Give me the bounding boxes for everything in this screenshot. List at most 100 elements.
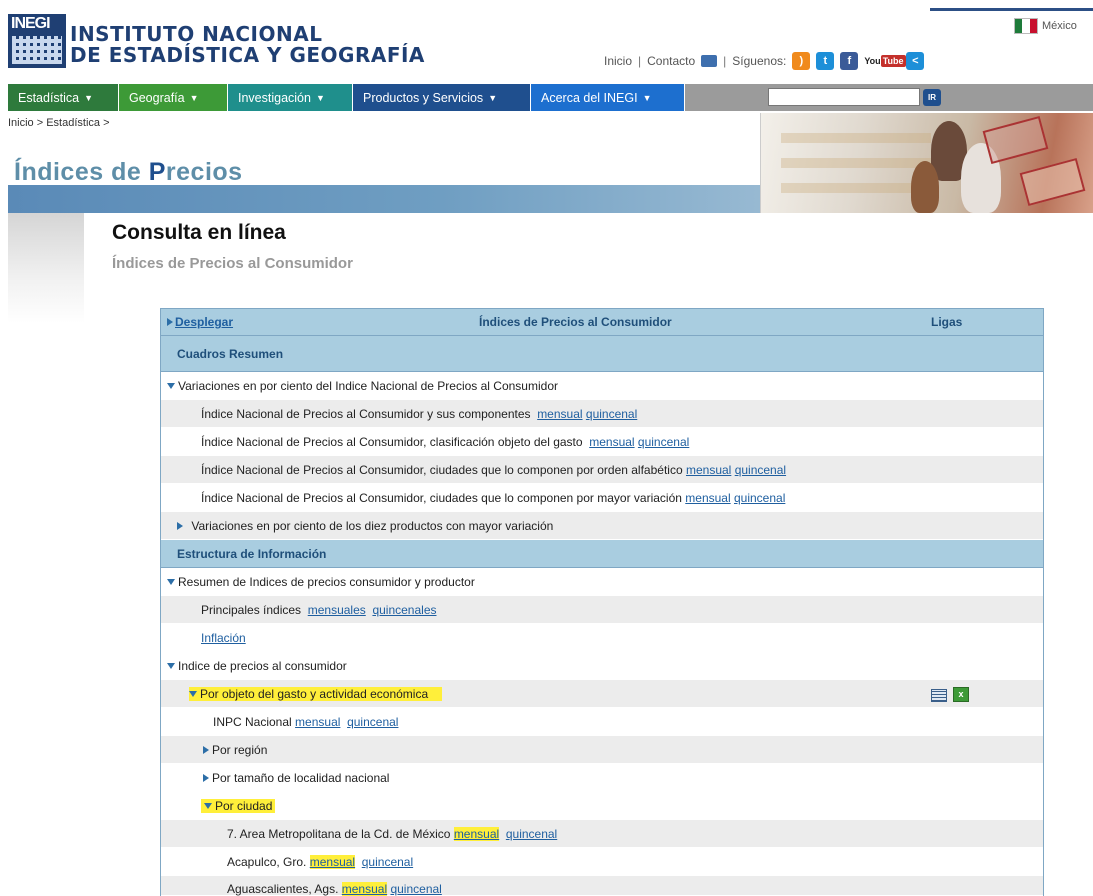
quincenal-link[interactable]: quincenal bbox=[506, 827, 557, 841]
subgroup-label: Por tamaño de localidad nacional bbox=[203, 771, 389, 785]
row-text: INPC Nacional bbox=[213, 714, 292, 729]
mexico-flag-icon bbox=[1014, 18, 1038, 34]
row-text: Índice Nacional de Precios al Consumidor… bbox=[201, 434, 583, 449]
subgroup-objeto-gasto[interactable]: Por objeto del gasto y actividad económi… bbox=[161, 680, 1043, 708]
main-subheading: Índices de Precios al Consumidor bbox=[112, 255, 353, 272]
inicio-link[interactable]: Inicio bbox=[604, 54, 632, 68]
subgroup-por-tamano[interactable]: Por tamaño de localidad nacional bbox=[161, 764, 1043, 792]
group-variaciones[interactable]: Variaciones en por ciento del Indice Nac… bbox=[161, 372, 1043, 400]
mensual-link[interactable]: mensual bbox=[589, 435, 634, 449]
quincenal-link[interactable]: quincenal bbox=[734, 491, 785, 505]
site-header: INEGI INSTITUTO NACIONAL DE ESTADÍSTICA … bbox=[0, 0, 1093, 80]
mensual-link[interactable]: mensual bbox=[537, 407, 582, 421]
group-resumen-indices[interactable]: Resumen de Indices de precios consumidor… bbox=[161, 568, 1043, 596]
table-title: Índices de Precios al Consumidor bbox=[479, 315, 672, 329]
country-selector[interactable]: México bbox=[1014, 18, 1077, 34]
rss-icon[interactable]: ) bbox=[792, 52, 811, 70]
row-text: Acapulco, Gro. bbox=[227, 854, 307, 869]
desplegar-link[interactable]: Desplegar bbox=[167, 315, 233, 329]
country-label: México bbox=[1042, 20, 1077, 32]
row-content: Índice Nacional de Precios al Consumidor… bbox=[201, 491, 785, 505]
mensual-link[interactable]: mensual bbox=[295, 715, 340, 729]
quincenal-link[interactable]: quincenal bbox=[362, 855, 413, 869]
subgroup-text: Por tamaño de localidad nacional bbox=[212, 770, 390, 785]
photo-shelf bbox=[781, 158, 931, 168]
left-pane bbox=[8, 213, 84, 323]
section-estructura-informacion[interactable]: Estructura de Información bbox=[161, 540, 1043, 568]
inflacion-link[interactable]: Inflación bbox=[201, 631, 246, 645]
subgroup-text: Por ciudad bbox=[215, 798, 273, 813]
mensual-link[interactable]: mensual bbox=[685, 491, 730, 505]
separator: | bbox=[723, 54, 727, 68]
search-input[interactable] bbox=[768, 88, 920, 106]
collapse-icon bbox=[167, 383, 175, 390]
mensuales-link[interactable]: mensuales bbox=[308, 603, 366, 617]
contacto-link[interactable]: Contacto bbox=[647, 54, 695, 68]
mensual-link[interactable]: mensual bbox=[453, 826, 500, 841]
row-content: Índice Nacional de Precios al Consumidor… bbox=[201, 407, 637, 421]
table-row: Acapulco, Gro. mensual quincenal bbox=[161, 848, 1043, 876]
nav-geografia[interactable]: Geografía ▼ bbox=[119, 84, 228, 111]
group-label: Indice de precios al consumidor bbox=[167, 659, 347, 673]
title-part-3: recios bbox=[165, 158, 243, 186]
expand-icon bbox=[167, 318, 173, 326]
collapse-icon bbox=[204, 803, 212, 810]
quincenal-link[interactable]: quincenal bbox=[638, 435, 689, 449]
section-cuadros-resumen[interactable]: Cuadros Resumen bbox=[161, 336, 1043, 372]
excel-export-icon[interactable]: x bbox=[953, 687, 969, 702]
collapse-icon bbox=[167, 663, 175, 670]
caret-down-icon: ▼ bbox=[642, 92, 652, 103]
collapse-icon bbox=[167, 579, 175, 586]
row-text: Índice Nacional de Precios al Consumidor… bbox=[201, 406, 531, 421]
row-content: 7. Area Metropolitana de la Cd. de Méxic… bbox=[227, 826, 557, 841]
siguenos-label: Síguenos: bbox=[732, 54, 787, 68]
quincenal-link[interactable]: quincenal bbox=[347, 715, 398, 729]
chat-icon[interactable] bbox=[701, 55, 718, 67]
institution-name[interactable]: INSTITUTO NACIONAL DE ESTADÍSTICA Y GEOG… bbox=[70, 24, 425, 66]
table-row: Índice Nacional de Precios al Consumidor… bbox=[161, 484, 1043, 512]
row-text: Principales índices bbox=[201, 602, 302, 617]
youtube-icon[interactable]: You Tube bbox=[864, 52, 906, 70]
table-view-icon[interactable] bbox=[931, 689, 947, 702]
group-indice-consumidor[interactable]: Indice de precios al consumidor bbox=[161, 652, 1043, 680]
group-text: Variaciones en por ciento de los diez pr… bbox=[191, 518, 554, 533]
logo-text: INEGI bbox=[11, 15, 51, 32]
mensual-link[interactable]: mensual bbox=[309, 854, 356, 869]
youtube-text-1: You bbox=[864, 56, 881, 66]
nav-label: Investigación bbox=[238, 90, 311, 105]
logo-grid-icon bbox=[12, 36, 62, 64]
subgroup-text: Por región bbox=[212, 742, 268, 757]
nav-estadistica[interactable]: Estadística ▼ bbox=[8, 84, 119, 111]
table-row: Aguascalientes, Ags. mensual quincenal bbox=[161, 876, 1043, 896]
search-ir-button[interactable]: IR bbox=[923, 89, 941, 106]
facebook-icon[interactable]: f bbox=[840, 52, 859, 70]
table-header-row: Desplegar Índices de Precios al Consumid… bbox=[161, 308, 1043, 336]
subgroup-text: Por objeto del gasto y actividad económi… bbox=[200, 686, 429, 701]
share-icon[interactable]: < bbox=[906, 52, 925, 70]
nav-label: Estadística bbox=[18, 90, 80, 105]
nav-productos-servicios[interactable]: Productos y Servicios ▼ bbox=[353, 84, 531, 111]
group-label: Variaciones en por ciento de los diez pr… bbox=[177, 519, 553, 533]
quincenales-link[interactable]: quincenales bbox=[372, 603, 436, 617]
row-content: Índice Nacional de Precios al Consumidor… bbox=[201, 463, 786, 477]
institution-line-2: DE ESTADÍSTICA Y GEOGRAFÍA bbox=[70, 43, 425, 67]
quincenal-link[interactable]: quincenal bbox=[586, 407, 637, 421]
subgroup-por-region[interactable]: Por región bbox=[161, 736, 1043, 764]
group-diez-productos[interactable]: Variaciones en por ciento de los diez pr… bbox=[161, 512, 1043, 540]
twitter-icon[interactable]: t bbox=[816, 52, 835, 70]
quincenal-link[interactable]: quincenal bbox=[735, 463, 786, 477]
subgroup-label: Por ciudad bbox=[201, 798, 276, 813]
inegi-logo[interactable]: INEGI bbox=[8, 14, 66, 68]
caret-down-icon: ▼ bbox=[189, 92, 199, 103]
nav-investigacion[interactable]: Investigación ▼ bbox=[228, 84, 353, 111]
group-label: Variaciones en por ciento del Indice Nac… bbox=[167, 379, 558, 393]
breadcrumb[interactable]: Inicio > Estadística > bbox=[8, 117, 110, 129]
mensual-link[interactable]: mensual bbox=[686, 463, 731, 477]
subgroup-label: Por región bbox=[203, 743, 267, 757]
banner-photo bbox=[760, 113, 1093, 213]
nav-label: Acerca del INEGI bbox=[541, 90, 638, 105]
subgroup-por-ciudad[interactable]: Por ciudad bbox=[161, 792, 1043, 820]
institution-line-1: INSTITUTO NACIONAL bbox=[70, 22, 323, 46]
main-heading: Consulta en línea bbox=[112, 221, 286, 244]
nav-acerca-inegi[interactable]: Acerca del INEGI ▼ bbox=[531, 84, 685, 111]
